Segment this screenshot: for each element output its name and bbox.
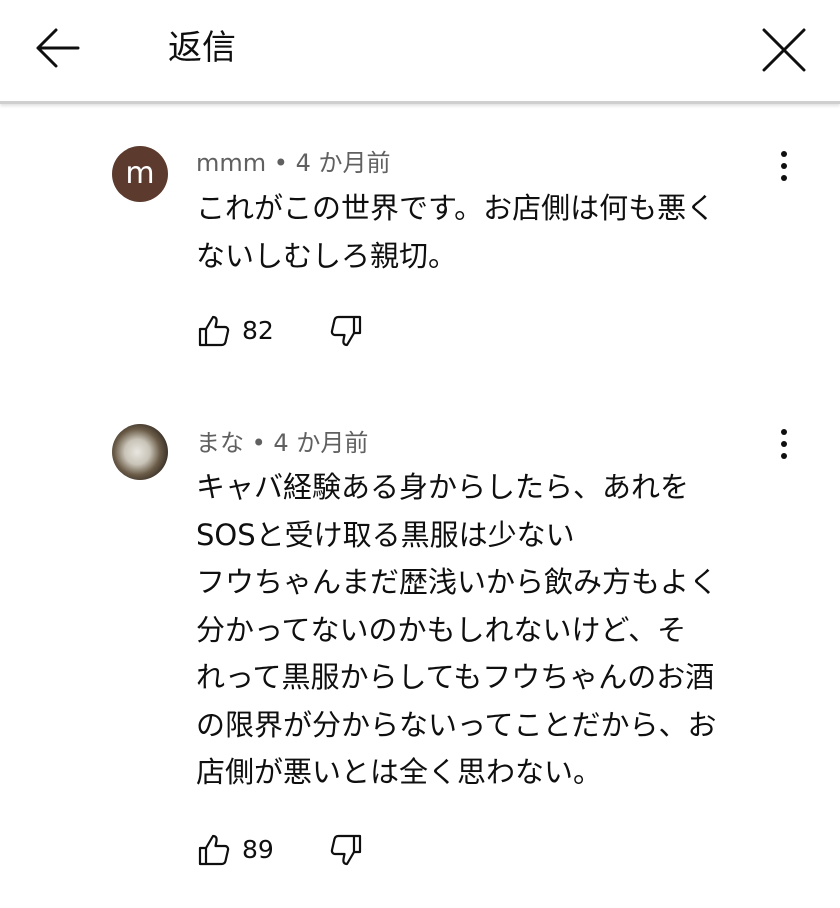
comment-line: の限界が分からないってことだから、お bbox=[196, 707, 717, 742]
more-vertical-icon bbox=[781, 429, 787, 459]
comment-line: これがこの世界です。お店側は何も悪く bbox=[196, 191, 716, 225]
arrow-left-icon bbox=[36, 28, 80, 68]
like-count: 89 bbox=[242, 835, 274, 864]
comment-text: キャバ経験ある身からしたら、あれを SOSと受け取る黒服は少ない フウちゃんまだ… bbox=[196, 464, 796, 797]
comment-actions: 82 bbox=[196, 313, 396, 353]
comment-author[interactable]: mmm bbox=[196, 149, 266, 177]
more-options-button[interactable] bbox=[768, 424, 800, 464]
comment-text: これがこの世界です。お店側は何も悪く ないしむしろ親切。 bbox=[196, 185, 796, 280]
comment-item: m mmm • 4 か月前 これがこの世界です。お店側は何も悪く ないしむしろ親… bbox=[0, 140, 840, 380]
dislike-button[interactable] bbox=[328, 313, 364, 349]
comment-author[interactable]: まな bbox=[196, 429, 244, 457]
like-count: 82 bbox=[242, 316, 274, 345]
close-button[interactable] bbox=[756, 22, 812, 78]
thumbs-up-icon bbox=[198, 834, 230, 866]
like-button[interactable] bbox=[196, 832, 232, 868]
page-title: 返信 bbox=[168, 28, 236, 68]
app-header: 返信 bbox=[0, 0, 840, 104]
back-button[interactable] bbox=[30, 24, 86, 72]
comment-line: 分かってないのかもしれないけど、そ bbox=[196, 612, 687, 647]
comment-line: 店側が悪いとは全く思わない。 bbox=[196, 755, 603, 789]
comment-line: れって黒服からしてもフウちゃんのお酒 bbox=[196, 660, 715, 694]
close-icon bbox=[762, 28, 806, 72]
dislike-button[interactable] bbox=[328, 832, 364, 868]
comment-line: キャバ経験ある身からしたら、あれを bbox=[196, 470, 690, 504]
meta-separator: • bbox=[266, 149, 296, 177]
comment-time: 4 か月前 bbox=[273, 429, 369, 457]
comment-line: SOSと受け取る黒服は少ない bbox=[196, 517, 575, 552]
meta-separator: • bbox=[244, 429, 274, 457]
avatar-letter: m bbox=[125, 156, 155, 191]
comment-item: まな • 4 か月前 キャバ経験ある身からしたら、あれを SOSと受け取る黒服は… bbox=[0, 420, 840, 890]
comment-meta: まな • 4 か月前 bbox=[196, 428, 368, 458]
more-vertical-icon bbox=[781, 151, 787, 181]
comment-meta: mmm • 4 か月前 bbox=[196, 148, 390, 178]
thumbs-down-icon bbox=[330, 315, 362, 347]
comment-actions: 89 bbox=[196, 832, 396, 872]
thumbs-down-icon bbox=[330, 834, 362, 866]
avatar[interactable]: m bbox=[112, 146, 168, 202]
avatar[interactable] bbox=[112, 424, 168, 480]
thumbs-up-icon bbox=[198, 315, 230, 347]
more-options-button[interactable] bbox=[768, 146, 800, 186]
comment-line: ないしむしろ親切。 bbox=[196, 238, 458, 273]
comment-line: フウちゃんまだ歴浅いから飲み方もよく bbox=[196, 565, 719, 599]
like-button[interactable] bbox=[196, 313, 232, 349]
comment-time: 4 か月前 bbox=[295, 149, 391, 177]
